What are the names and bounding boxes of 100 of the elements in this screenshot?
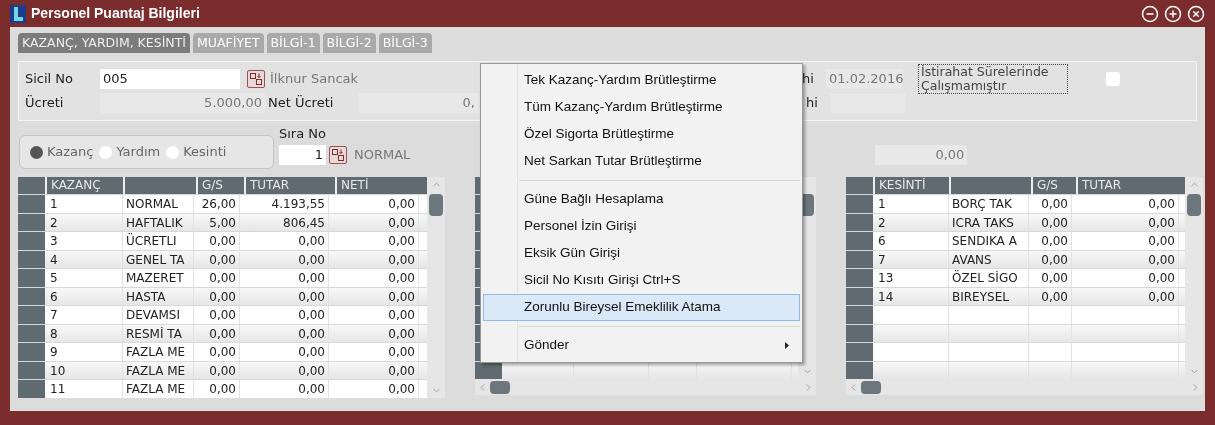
menu-item[interactable]: Gönder [483,332,800,359]
table-cell: FAZLA ME [123,380,194,398]
menu-item[interactable]: Özel Sigorta Brütleştirme [483,121,800,148]
field-label: Sicil No [25,70,75,89]
row-header[interactable] [846,250,873,268]
table-cell: FAZLA ME [123,343,194,361]
table-cell: 0,00 [1029,195,1072,213]
app-logo-icon [10,4,26,23]
radio-button[interactable] [30,145,43,159]
table-cell: DEVAMSI [123,306,194,324]
tab[interactable]: KAZANÇ, YARDIM, KESİNTİ [18,33,190,53]
table-cell: 26,00 [194,195,240,213]
column-header[interactable]: TUTAR [1078,177,1185,194]
submenu-arrow-icon [785,342,789,349]
horizontal-scrollbar[interactable] [475,379,816,395]
menu-item[interactable]: Güne Bağlı Hesaplama [483,186,800,213]
menu-item[interactable]: Eksik Gün Girişi [483,240,800,267]
row-header[interactable] [846,213,873,231]
input-field: 0,00 [875,145,968,165]
checkbox-label[interactable]: İstirahat Sürelerinde Çalışmamıştır [918,64,1068,94]
column-header[interactable]: G/S [198,177,244,194]
table-cell: 0,00 [1029,232,1072,250]
lookup-icon [332,149,344,161]
column-header[interactable]: NETİ [337,177,427,194]
lookup-button[interactable] [247,70,265,88]
input-field: 0, [358,93,478,113]
field-label: Ücreti [25,94,65,113]
table-cell: 3 [47,232,123,250]
table-cell: 1 [875,195,949,213]
menu-item[interactable]: Tek Kazanç-Yardım Brütleştirme [483,67,800,94]
scrollbar-thumb[interactable] [490,380,510,394]
table-cell: 7 [47,306,123,324]
table-cell: MAZERET [123,269,194,287]
menu-item[interactable]: Personel İzin Girişi [483,213,800,240]
minimize-icon[interactable] [1141,4,1159,23]
radio-label[interactable]: Yardım [116,142,161,162]
vertical-scrollbar[interactable] [427,177,445,398]
row-header[interactable] [846,287,873,305]
row-header[interactable] [18,324,45,342]
table-cell: ÖZEL SİGO [949,269,1029,287]
column-header[interactable]: G/S [1033,177,1076,194]
row-header[interactable] [846,324,873,342]
close-icon[interactable] [1187,4,1205,23]
table-cell: 0,00 [329,343,419,361]
table-cell: 0,00 [194,343,240,361]
checkbox[interactable] [1106,72,1120,86]
table-cell: 9 [47,343,123,361]
table-cell: 0,00 [1072,195,1179,213]
row-header [846,177,873,194]
radio-label[interactable]: Kesinti [183,142,227,162]
window-title: Personel Puantaj Bilgileri [31,4,200,23]
input-field[interactable]: 005 [100,69,240,89]
table-cell: 0,00 [240,232,329,250]
row-header[interactable] [846,361,873,379]
table-cell: 0,00 [240,343,329,361]
row-header[interactable] [18,287,45,305]
row-header [18,177,45,194]
row-header[interactable] [18,250,45,268]
table-cell: 0,00 [240,306,329,324]
scrollbar-thumb[interactable] [1187,194,1201,216]
table-cell: 11 [47,380,123,398]
table-cell: 0,00 [240,269,329,287]
input-field[interactable]: 01.02.2016 [826,69,902,89]
row-header[interactable] [475,361,502,379]
table-cell: 0,00 [1072,269,1179,287]
column-header[interactable]: TUTAR [246,177,335,194]
row-header[interactable] [18,213,45,231]
field-label: Sıra No [279,124,327,143]
table-cell: 0,00 [1072,232,1179,250]
table-cell: 6 [875,232,949,250]
scrollbar-thumb[interactable] [429,194,443,216]
table-cell: 0,00 [329,380,419,398]
menu-item[interactable]: Tüm Kazanç-Yardım Brütleştirme [483,94,800,121]
scrollbar-thumb[interactable] [861,380,881,394]
table-cell: 0,00 [329,269,419,287]
menu-item[interactable]: Net Sarkan Tutar Brütleştirme [483,148,800,175]
input-field[interactable]: 1 [279,145,326,165]
radio-button[interactable] [166,145,180,159]
table-cell: 5 [47,269,123,287]
menu-item[interactable]: Zorunlu Bireysel Emeklilik Atama [483,294,800,321]
column-header[interactable]: KAZANÇ [47,177,123,194]
table-cell: BORÇ TAK [949,195,1029,213]
row-header[interactable] [18,361,45,379]
horizontal-scrollbar[interactable] [846,379,1203,395]
menu-item[interactable]: Sicil No Kısıtı Girişi Ctrl+S [483,267,800,294]
lookup-button[interactable] [329,146,347,164]
table-cell: 0,00 [329,232,419,250]
table-cell: NORMAL [123,195,194,213]
input-field: 5.000,00 [100,93,265,113]
earning-type-name: NORMAL [354,146,411,165]
vertical-scrollbar[interactable] [1185,177,1203,379]
table-cell: 0,00 [329,195,419,213]
table-cell: ÜCRETLI [123,232,194,250]
radio-label[interactable]: Kazanç [47,142,94,162]
table-cell: 0,00 [194,380,240,398]
maximize-icon[interactable] [1164,4,1182,23]
radio-button[interactable] [99,145,113,159]
column-header[interactable]: KESİNTİ [875,177,949,194]
employee-name: İlknur Sancak [270,70,359,89]
table-cell: 4.193,55 [240,195,329,213]
